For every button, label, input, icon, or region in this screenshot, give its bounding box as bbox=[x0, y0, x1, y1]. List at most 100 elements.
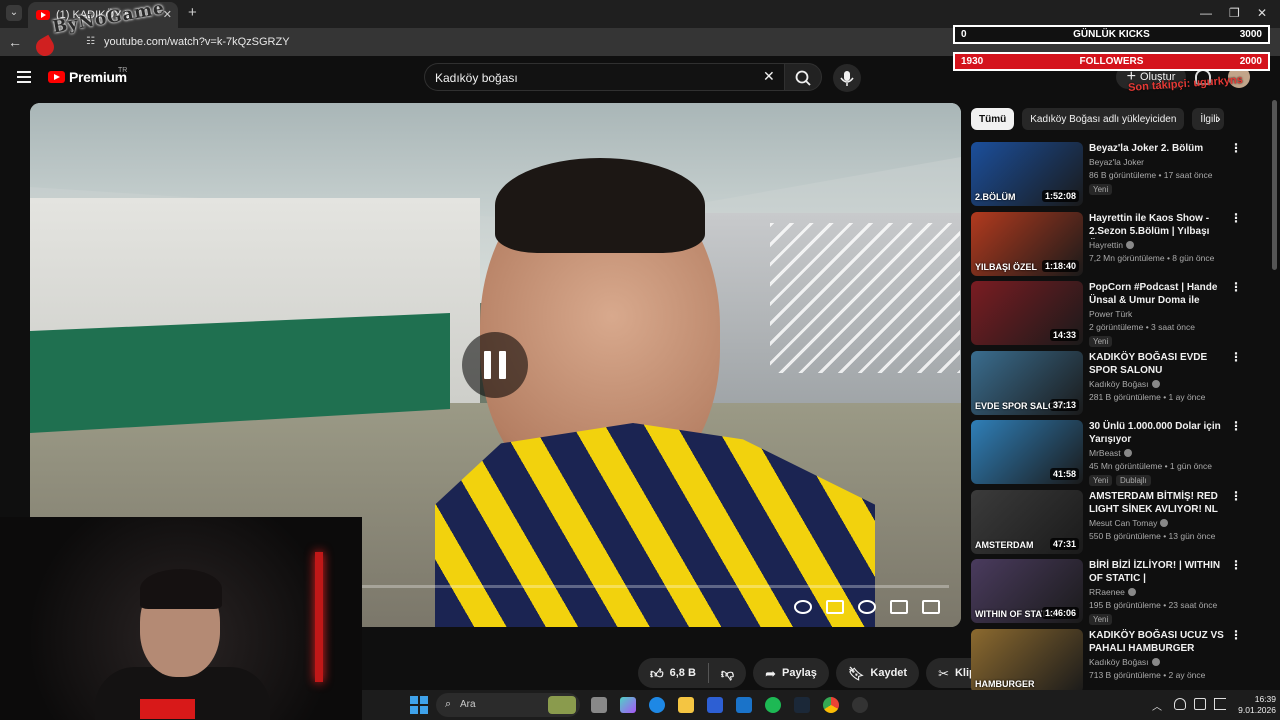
back-arrow-icon[interactable]: ← bbox=[8, 34, 22, 50]
autoplay-toggle-icon[interactable] bbox=[794, 600, 812, 614]
recommendations-list: 2.BÖLÜM 1:52:08 Beyaz'la Joker 2. Bölüm Bey… bbox=[970, 141, 1250, 697]
video-title[interactable]: 30 Ünlü 1.000.000 Dolar için Yarışıyor bbox=[1089, 420, 1227, 446]
video-thumbnail[interactable]: YILBAŞI ÖZEL 1:18:40 bbox=[971, 211, 1083, 276]
new-badge: Yeni bbox=[1089, 614, 1113, 625]
save-button[interactable]: 🔖︎ Kaydet bbox=[835, 658, 920, 688]
menu-icon[interactable] bbox=[17, 71, 31, 86]
video-title[interactable]: AMSTERDAM BİTMİŞ! RED LIGHT SİNEK AVLIYO… bbox=[1089, 490, 1227, 517]
channel-name[interactable]: MrBeast bbox=[1089, 448, 1132, 458]
minimize-button[interactable]: — bbox=[1200, 6, 1212, 20]
settings-gear-icon[interactable] bbox=[858, 600, 876, 614]
obs-icon[interactable] bbox=[852, 697, 868, 713]
volume-icon[interactable] bbox=[1214, 698, 1226, 710]
video-thumbnail[interactable]: EVDE SPOR SALONU 37:13 bbox=[971, 350, 1083, 415]
chip-from-uploader[interactable]: Kadıköy Boğası adlı yükleyiciden bbox=[1022, 108, 1185, 130]
scrollbar[interactable] bbox=[1272, 100, 1277, 270]
video-duration: 41:58 bbox=[1049, 468, 1079, 480]
more-vertical-icon[interactable]: ⋮ bbox=[1230, 559, 1242, 571]
thumbnail-text: 2.BÖLÜM bbox=[975, 192, 1016, 202]
microphone-tray-icon[interactable] bbox=[1174, 698, 1186, 710]
store-icon[interactable] bbox=[707, 697, 723, 713]
clear-search-icon[interactable]: ✕ bbox=[763, 68, 775, 84]
recommended-video[interactable]: WITHIN OF STATIC 1:46:06 BİRİ BİZİ İZLİYOR… bbox=[970, 558, 1250, 628]
steam-icon[interactable] bbox=[794, 697, 810, 713]
mail-icon[interactable] bbox=[736, 697, 752, 713]
chip-all[interactable]: Tümü bbox=[971, 108, 1015, 130]
more-vertical-icon[interactable]: ⋮ bbox=[1230, 420, 1242, 432]
video-stairs bbox=[770, 223, 960, 373]
recommended-video[interactable]: 14:33 PopCorn #Podcast | Hande Ünsal & Um… bbox=[970, 280, 1250, 350]
like-count[interactable]: 6,8 B bbox=[670, 667, 696, 679]
tab-search-button[interactable]: ⌄ bbox=[6, 5, 22, 21]
network-icon[interactable] bbox=[1194, 698, 1206, 710]
more-vertical-icon[interactable]: ⋮ bbox=[1230, 212, 1242, 224]
edge-icon[interactable] bbox=[649, 697, 665, 713]
spotify-icon[interactable] bbox=[765, 697, 781, 713]
video-thumbnail[interactable]: WITHIN OF STATIC 1:46:06 bbox=[971, 559, 1083, 623]
more-vertical-icon[interactable]: ⋮ bbox=[1230, 351, 1242, 363]
video-title[interactable]: BİRİ BİZİ İZLİYOR! | WITHIN OF STATIC | bbox=[1089, 559, 1227, 585]
recommended-video[interactable]: YILBAŞI ÖZEL 1:18:40 Hayrettin ile Kaos Sh… bbox=[970, 211, 1250, 281]
voice-search-button[interactable] bbox=[833, 64, 861, 92]
recommended-video[interactable]: EVDE SPOR SALONU 37:13 KADIKÖY BOĞASI EVDE… bbox=[970, 350, 1250, 420]
recommended-video[interactable]: 2.BÖLÜM 1:52:08 Beyaz'la Joker 2. Bölüm Bey… bbox=[970, 141, 1250, 211]
video-title[interactable]: Hayrettin ile Kaos Show - 2.Sezon 5.Bölü… bbox=[1089, 212, 1227, 239]
theater-mode-icon[interactable] bbox=[890, 600, 908, 614]
new-tab-button[interactable]: + bbox=[188, 5, 197, 21]
chevron-right-icon[interactable]: › bbox=[1216, 110, 1221, 126]
video-thumbnail[interactable]: AMSTERDAM 47:31 bbox=[971, 489, 1083, 554]
verified-check-icon bbox=[1123, 449, 1132, 457]
windows-start-icon[interactable] bbox=[410, 696, 428, 714]
channel-name-text: Power Türk bbox=[1089, 309, 1133, 319]
recommended-video[interactable]: 41:58 30 Ünlü 1.000.000 Dolar için Yarışı… bbox=[970, 419, 1250, 489]
chrome-icon[interactable] bbox=[823, 697, 839, 713]
video-person-hair bbox=[495, 158, 705, 253]
video-thumbnail[interactable]: 2.BÖLÜM 1:52:08 bbox=[971, 142, 1083, 206]
video-meta: 281 B görüntüleme • 1 ay önce bbox=[1089, 391, 1206, 402]
youtube-favicon-icon bbox=[36, 10, 50, 20]
fullscreen-icon[interactable] bbox=[922, 600, 940, 614]
close-window-button[interactable]: ✕ bbox=[1257, 6, 1267, 20]
recommended-video[interactable]: HAMBURGER KADIKÖY BOĞASI UCUZ VS PAHALI H… bbox=[970, 628, 1250, 698]
channel-name[interactable]: Beyaz'la Joker bbox=[1089, 157, 1144, 167]
file-explorer-icon[interactable] bbox=[678, 697, 694, 713]
channel-name[interactable]: Power Türk bbox=[1089, 309, 1132, 319]
channel-name[interactable]: RRaenee bbox=[1089, 587, 1136, 597]
windows-taskbar: ⌕ Ara ︿ 16:39 9.01.2026 bbox=[362, 690, 1280, 720]
thumbs-down-icon[interactable]: 👎︎ bbox=[721, 667, 746, 680]
red-object bbox=[140, 699, 195, 719]
taskbar-search[interactable]: ⌕ Ara bbox=[436, 693, 580, 717]
channel-name[interactable]: Kadıköy Boğası bbox=[1089, 657, 1160, 667]
recommended-video[interactable]: AMSTERDAM 47:31 AMSTERDAM BİTMİŞ! RED LIGH… bbox=[970, 489, 1250, 559]
youtube-logo[interactable]: Premium bbox=[48, 69, 127, 85]
video-thumbnail[interactable]: 14:33 bbox=[971, 281, 1083, 345]
search-input[interactable]: Kadıköy boğası bbox=[424, 63, 784, 91]
video-thumbnail[interactable]: HAMBURGER bbox=[971, 628, 1083, 693]
more-vertical-icon[interactable]: ⋮ bbox=[1230, 490, 1242, 502]
taskbar-clock[interactable]: 16:39 9.01.2026 bbox=[1236, 694, 1276, 716]
video-thumbnail[interactable]: 41:58 bbox=[971, 420, 1083, 484]
video-title[interactable]: KADIKÖY BOĞASI UCUZ VS PAHALI HAMBURGER bbox=[1089, 629, 1227, 655]
video-title[interactable]: Beyaz'la Joker 2. Bölüm bbox=[1089, 142, 1227, 155]
channel-name[interactable]: Mesut Can Tomay bbox=[1089, 518, 1169, 528]
pause-icon[interactable] bbox=[462, 332, 528, 398]
kicks-label: GÜNLÜK KICKS bbox=[1073, 29, 1150, 40]
channel-name[interactable]: Kadıköy Boğası bbox=[1089, 379, 1160, 389]
task-view-icon[interactable] bbox=[591, 697, 607, 713]
video-title[interactable]: KADIKÖY BOĞASI EVDE SPOR SALONU bbox=[1089, 351, 1227, 377]
more-vertical-icon[interactable]: ⋮ bbox=[1230, 629, 1242, 641]
more-vertical-icon[interactable]: ⋮ bbox=[1230, 281, 1242, 293]
thumbs-up-icon[interactable]: 👍︎ bbox=[650, 667, 664, 680]
subtitles-icon[interactable] bbox=[826, 600, 844, 614]
search-button[interactable] bbox=[784, 63, 822, 91]
copilot-icon[interactable] bbox=[620, 697, 636, 713]
video-title[interactable]: PopCorn #Podcast | Hande Ünsal & Umur Do… bbox=[1089, 281, 1227, 308]
tray-chevron-icon[interactable]: ︿ bbox=[1152, 698, 1162, 713]
site-info-icon[interactable]: ☷ bbox=[86, 36, 98, 48]
channel-name[interactable]: Hayrettin bbox=[1089, 240, 1135, 250]
search-icon: ⌕ bbox=[445, 698, 452, 710]
url-field[interactable]: youtube.com/watch?v=k-7kQzSGRZY bbox=[104, 36, 290, 48]
more-vertical-icon[interactable]: ⋮ bbox=[1230, 142, 1242, 154]
restore-button[interactable]: ❐ bbox=[1229, 6, 1240, 20]
share-button[interactable]: ➦ Paylaş bbox=[753, 658, 829, 688]
